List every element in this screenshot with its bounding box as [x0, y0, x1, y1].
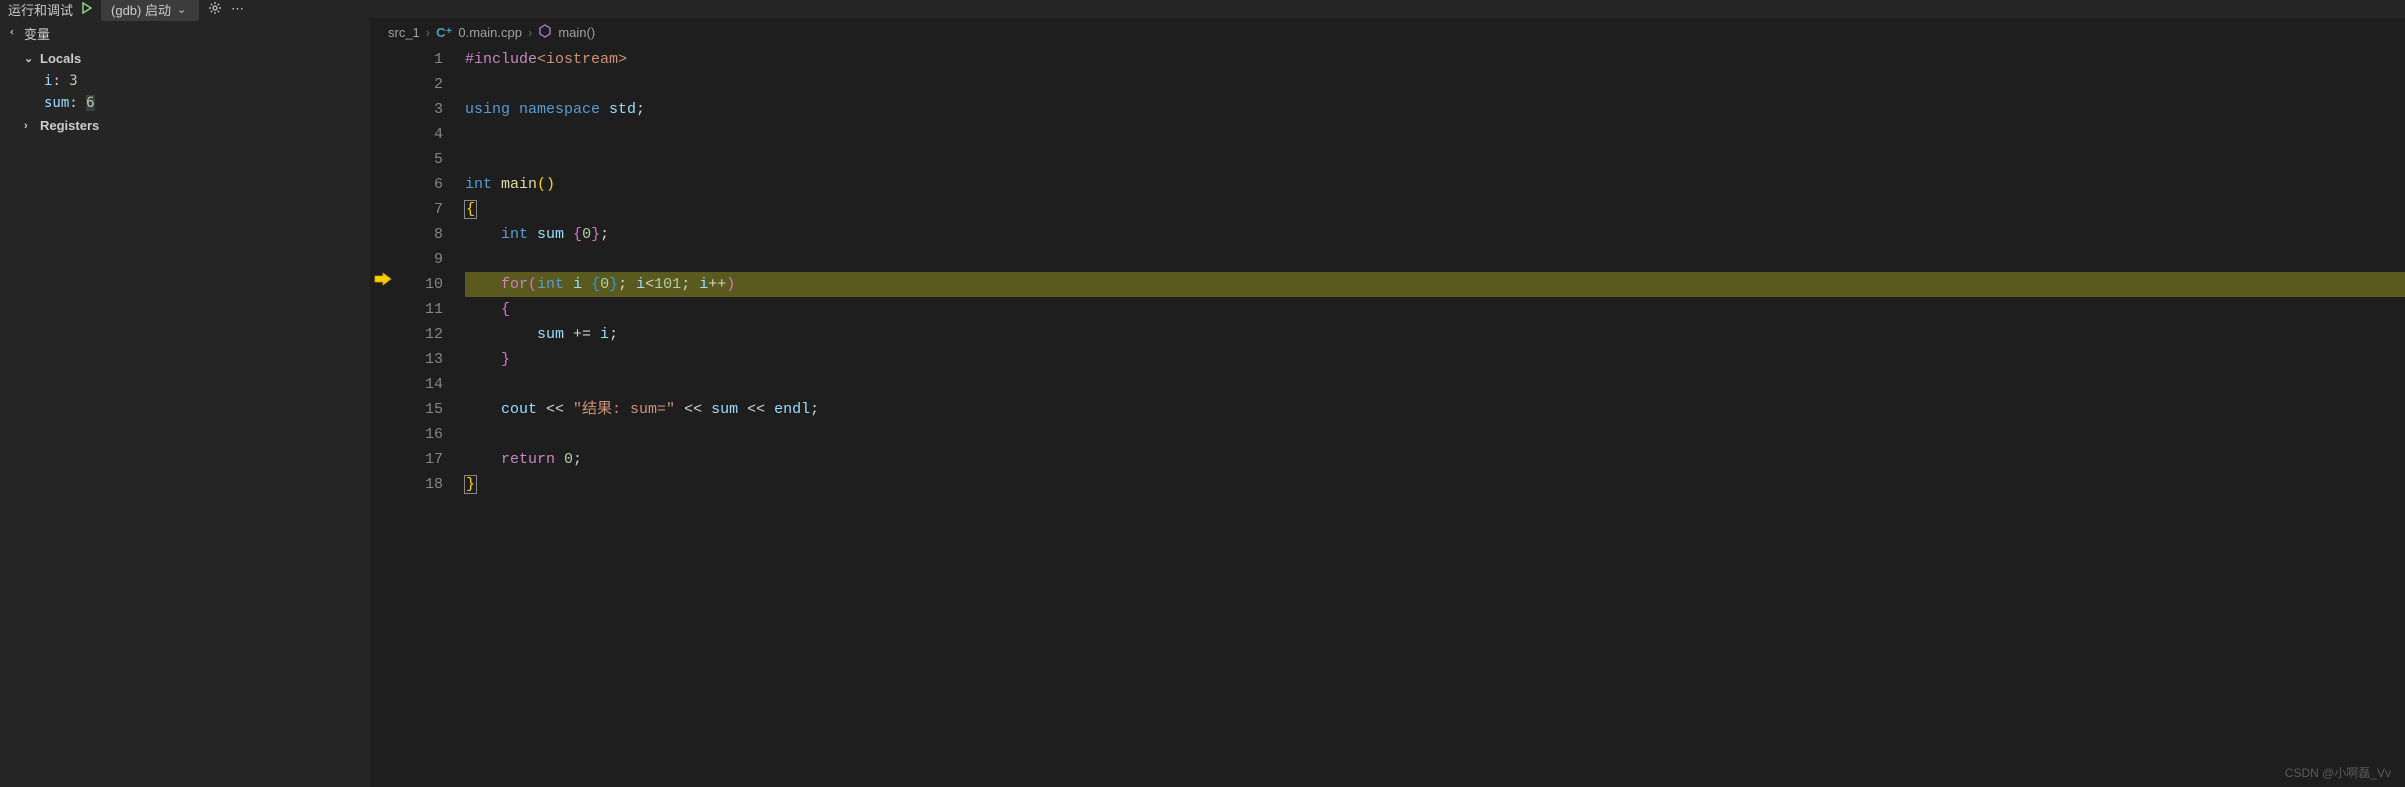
code-line[interactable]: [465, 422, 2405, 447]
variable-item[interactable]: i: 3: [0, 70, 370, 92]
chevron-right-icon: ›: [426, 25, 430, 40]
code-line[interactable]: }: [465, 472, 2405, 497]
chevron-down-icon: ⌄: [24, 52, 36, 65]
play-icon[interactable]: [81, 2, 93, 17]
code-line[interactable]: [465, 147, 2405, 172]
code-line[interactable]: {: [465, 297, 2405, 322]
execution-pointer-icon: [374, 272, 392, 286]
chevron-right-icon: ›: [24, 120, 36, 132]
code-line[interactable]: using namespace std;: [465, 97, 2405, 122]
symbol-icon: [538, 24, 552, 41]
chevron-down-icon: ⌄: [177, 3, 189, 16]
variable-item[interactable]: sum: 6: [0, 92, 370, 114]
cpp-icon: C⁺: [436, 25, 452, 41]
debug-sidebar: ⌄ 变量 ⌄ Locals i: 3sum: 6 › Registers: [0, 0, 370, 787]
code-line[interactable]: #include<iostream>: [465, 47, 2405, 72]
code-line[interactable]: for(int i {0}; i<101; i++): [465, 272, 2405, 297]
code-line[interactable]: return 0;: [465, 447, 2405, 472]
code-line[interactable]: cout << "结果: sum=" << sum << endl;: [465, 397, 2405, 422]
line-numbers: 123456789101112131415161718: [425, 47, 465, 787]
code-line[interactable]: {: [465, 197, 2405, 222]
locals-section[interactable]: ⌄ Locals: [0, 47, 370, 70]
watermark: CSDN @小啊磊_Vv: [2285, 764, 2391, 781]
code-line[interactable]: sum += i;: [465, 322, 2405, 347]
code-line[interactable]: int main(): [465, 172, 2405, 197]
chevron-right-icon: ›: [528, 25, 532, 40]
code-line[interactable]: [465, 72, 2405, 97]
variables-section[interactable]: ⌄ 变量: [0, 20, 370, 47]
code-line[interactable]: }: [465, 347, 2405, 372]
code-line[interactable]: int sum {0};: [465, 222, 2405, 247]
code-line[interactable]: [465, 122, 2405, 147]
editor-area: src_1 › C⁺ 0.main.cpp › main() 123456789…: [370, 0, 2405, 787]
breadcrumb[interactable]: src_1 › C⁺ 0.main.cpp › main(): [370, 18, 2405, 47]
code-content[interactable]: #include<iostream> using namespace std; in…: [465, 47, 2405, 787]
run-debug-label: 运行和调试: [8, 0, 73, 19]
registers-section[interactable]: › Registers: [0, 114, 370, 137]
gear-icon[interactable]: [207, 0, 223, 19]
chevron-down-icon: ⌄: [8, 28, 21, 40]
code-line[interactable]: [465, 372, 2405, 397]
debug-config-dropdown[interactable]: (gdb) 启动 ⌄: [101, 0, 199, 21]
code-line[interactable]: [465, 247, 2405, 272]
more-icon[interactable]: ⋯: [231, 1, 244, 17]
